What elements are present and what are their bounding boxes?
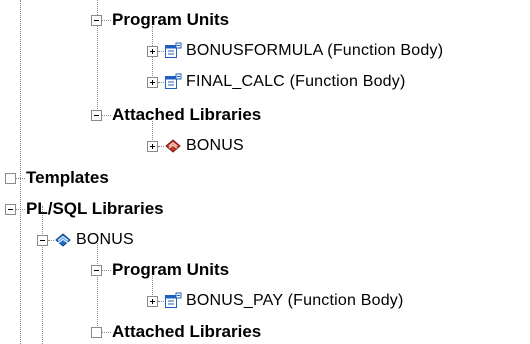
tree-node-program-units-2[interactable]: Program Units: [112, 259, 229, 281]
tree-node-bonusformula[interactable]: BONUSFORMULA (Function Body): [186, 40, 443, 62]
toggle-minus-glyph: [94, 270, 99, 271]
expand-toggle[interactable]: [147, 46, 158, 57]
tree-node-plsql-libraries[interactable]: PL/SQL Libraries: [26, 198, 164, 220]
toggle-minus-glyph: [8, 209, 13, 210]
tree-node-program-units-1[interactable]: Program Units: [112, 9, 229, 31]
tree-connector-line: [102, 270, 111, 271]
empty-node-toggle[interactable]: [5, 173, 16, 184]
toggle-plus-glyph: [152, 144, 153, 149]
toggle-minus-glyph: [40, 240, 45, 241]
tree-connector-line: [16, 178, 25, 179]
tree-connector-line: [102, 115, 111, 116]
tree-connector-line: [42, 206, 43, 344]
attached-library-icon: [164, 137, 182, 155]
plsql-library-icon: [54, 231, 72, 249]
expand-toggle[interactable]: [147, 77, 158, 88]
object-navigator-tree: Program Units BONUSFORMULA (Function Bod…: [0, 0, 530, 344]
expand-toggle[interactable]: [147, 141, 158, 152]
toggle-plus-glyph: [152, 80, 153, 85]
collapse-toggle[interactable]: [91, 265, 102, 276]
toggle-plus-glyph: [152, 49, 153, 54]
tree-node-bonus-pay[interactable]: BONUS_PAY (Function Body): [186, 290, 404, 312]
tree-node-templates[interactable]: Templates: [26, 167, 109, 189]
toggle-plus-glyph: [152, 299, 153, 304]
toggle-minus-glyph: [94, 115, 99, 116]
empty-node-toggle[interactable]: [91, 327, 102, 338]
function-body-icon: [164, 73, 182, 91]
function-body-icon: [164, 42, 182, 60]
tree-node-bonus-library[interactable]: BONUS: [76, 229, 134, 251]
tree-node-final-calc[interactable]: FINAL_CALC (Function Body): [186, 71, 406, 93]
tree-node-attached-libraries-2[interactable]: Attached Libraries: [112, 321, 261, 343]
collapse-toggle[interactable]: [5, 204, 16, 215]
tree-connector-line: [97, 237, 98, 332]
tree-connector-line: [16, 209, 25, 210]
collapse-toggle[interactable]: [91, 15, 102, 26]
expand-toggle[interactable]: [147, 296, 158, 307]
function-body-icon: [164, 292, 182, 310]
tree-node-attached-libraries-1[interactable]: Attached Libraries: [112, 104, 261, 126]
tree-node-bonus-attached[interactable]: BONUS: [186, 135, 244, 157]
tree-connector-line: [102, 332, 111, 333]
tree-connector-line: [20, 0, 21, 344]
collapse-toggle[interactable]: [37, 235, 48, 246]
collapse-toggle[interactable]: [91, 110, 102, 121]
toggle-minus-glyph: [94, 20, 99, 21]
tree-connector-line: [102, 20, 111, 21]
